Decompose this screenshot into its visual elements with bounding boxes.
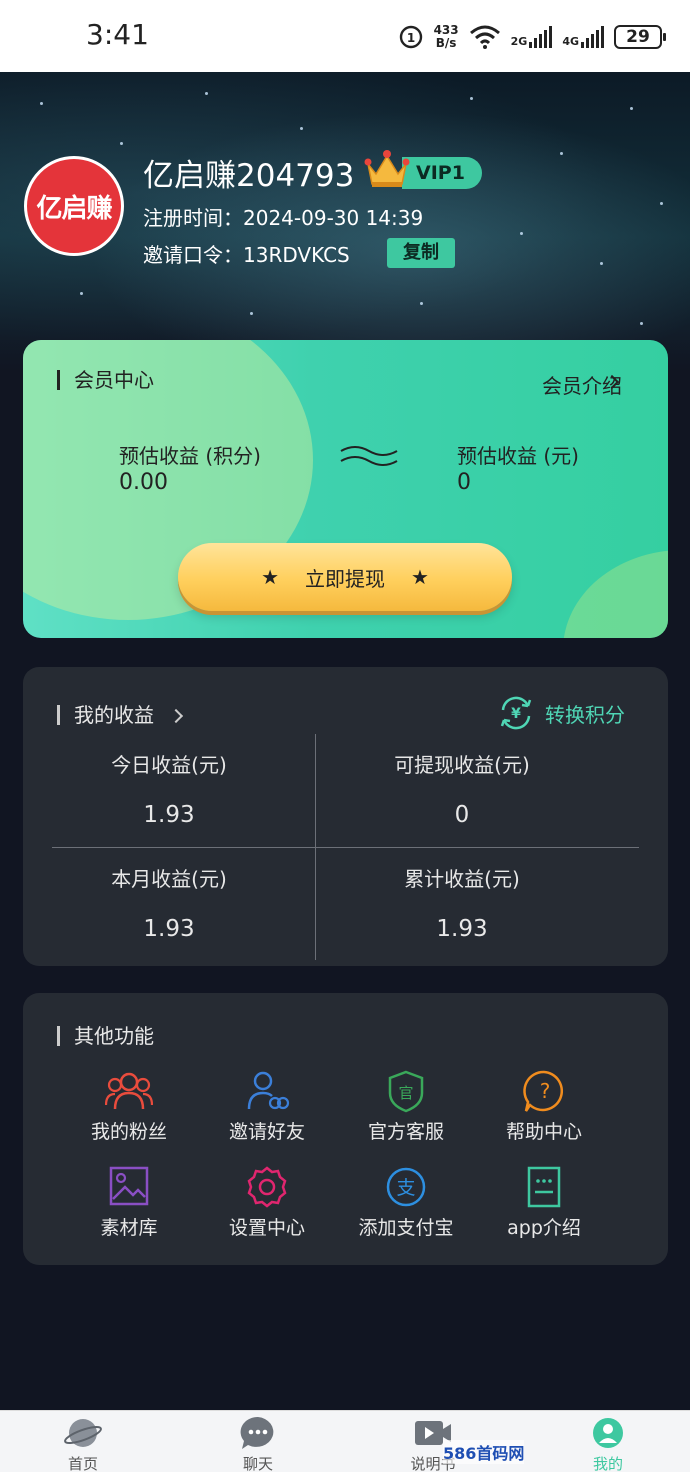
nav-chat[interactable]: 聊天 [208,1415,308,1472]
sim1-type: 2G [510,35,528,48]
add-alipay-label: 添加支付宝 [358,1217,454,1239]
estimated-points-label: 预估收益 (积分) [119,444,261,468]
member-center-card: 会员中心 会员介绍 预估收益 (积分) 0.00 预估收益 (元) 0 ★ 立即… [23,340,668,638]
withdrawable-earnings-value: 0 [454,802,470,828]
app-intro-icon [527,1166,561,1208]
battery-indicator: 29 [614,25,666,49]
invite-friends-button[interactable]: 邀请好友 [197,1069,337,1144]
registration-time: 注册时间：2024-09-30 14:39 [143,206,424,230]
exchange-yuan-icon: ¥ [500,696,532,730]
alipay-icon: 支 [386,1167,426,1207]
app-intro-button[interactable]: app介绍 [474,1165,614,1240]
my-fans-label: 我的粉丝 [90,1121,167,1143]
my-earnings-panel: 我的收益 ¥ 转换积分 今日收益(元) 1.93 可提现收益(元) 0 本月收益… [23,667,668,966]
nav-mine-label: 我的 [592,1455,623,1472]
settings-icon [247,1166,287,1208]
estimated-yuan-label: 预估收益 (元) [457,444,579,468]
my-fans-button[interactable]: 我的粉丝 [59,1069,199,1144]
add-alipay-button[interactable]: 支 添加支付宝 [336,1165,476,1240]
wifi-icon [469,25,500,49]
svg-text:官: 官 [398,1084,413,1102]
fans-icon [105,1072,153,1110]
material-library-button[interactable]: 素材库 [59,1165,199,1240]
settings-center-button[interactable]: 设置中心 [197,1165,337,1240]
official-service-icon: 官 [388,1070,424,1113]
total-earnings-label: 累计收益(元) [404,867,520,891]
other-functions-panel: 其他功能 我的粉丝 邀请好友 官 官方客服 ? 帮助中心 素材库 设置中心 支 … [23,993,668,1265]
divider [52,847,639,848]
estimated-yuan-value: 0 [457,470,471,495]
signal-bars-icon [529,26,553,48]
chevron-right-icon [168,708,184,724]
sim2-type: 4G [562,35,579,48]
planet-icon [64,1419,102,1447]
profile-icon [593,1418,623,1448]
my-earnings-title[interactable]: 我的收益 [57,705,154,725]
star-icon: ★ [411,565,429,589]
vip-badge: VIP1 [402,157,482,189]
crown-icon [364,150,410,187]
invite-friend-icon [247,1071,290,1110]
bottom-navigation: 首页 聊天 说明书 我的 [0,1410,690,1472]
star-icon: ★ [261,565,279,589]
username: 亿启赚204793 [143,158,355,194]
today-earnings-label: 今日收益(元) [111,753,227,777]
convert-points-button[interactable]: ¥ 转换积分 [497,694,625,732]
avatar[interactable]: 亿启赚 [24,156,124,256]
card-decoration [563,550,668,638]
nav-home[interactable]: 首页 [33,1415,133,1472]
network-speed-unit: B/s [435,36,457,50]
nav-home-label: 首页 [67,1455,98,1472]
gallery-icon [109,1166,149,1206]
total-earnings-value: 1.93 [436,916,488,942]
month-earnings-label: 本月收益(元) [111,867,227,891]
member-center-title: 会员中心 [57,370,154,390]
month-earnings-value: 1.93 [143,916,195,942]
nav-mine[interactable]: 我的 [558,1415,658,1472]
chat-icon [240,1416,274,1449]
convert-points-label: 转换积分 [545,702,625,727]
exchange-wave-icon [340,446,398,466]
svg-text:?: ? [540,1079,551,1103]
sim2-signal: 4G [562,26,604,48]
invite-friends-label: 邀请好友 [228,1121,305,1143]
nav-chat-label: 聊天 [242,1455,273,1472]
estimated-points-value: 0.00 [119,470,168,495]
withdraw-now-button[interactable]: ★ 立即提现 ★ [178,543,512,611]
settings-center-label: 设置中心 [228,1217,305,1239]
material-library-label: 素材库 [100,1217,158,1239]
today-earnings-value: 1.93 [143,802,195,828]
help-icon: ? [523,1070,564,1112]
official-service-label: 官方客服 [367,1121,444,1143]
status-icons: 1 433 B/s 2G 4G 29 [398,18,666,56]
svg-text:1: 1 [406,31,414,45]
other-functions-title: 其他功能 [57,1026,154,1046]
help-center-label: 帮助中心 [505,1121,582,1143]
app-intro-label: app介绍 [507,1217,581,1239]
invite-code: 邀请口令：13RDVKCS [143,243,350,267]
watermark: 586首码网 [443,1440,525,1464]
data-saver-icon: 1 [399,25,422,49]
sim1-signal: 2G [511,26,553,48]
network-speed: 433 B/s [434,24,459,50]
svg-text:支: 支 [396,1177,415,1199]
withdraw-label: 立即提现 [305,566,385,591]
official-service-button[interactable]: 官 官方客服 [336,1069,476,1144]
status-bar: 3:41 1 433 B/s 2G 4G 29 [0,0,690,72]
svg-text:¥: ¥ [511,706,521,722]
help-center-button[interactable]: ? 帮助中心 [474,1069,614,1144]
copy-invite-button[interactable]: 复制 [387,238,455,268]
signal-bars-icon [581,26,604,48]
clock: 3:41 [86,18,149,51]
withdrawable-earnings-label: 可提现收益(元) [394,753,530,777]
